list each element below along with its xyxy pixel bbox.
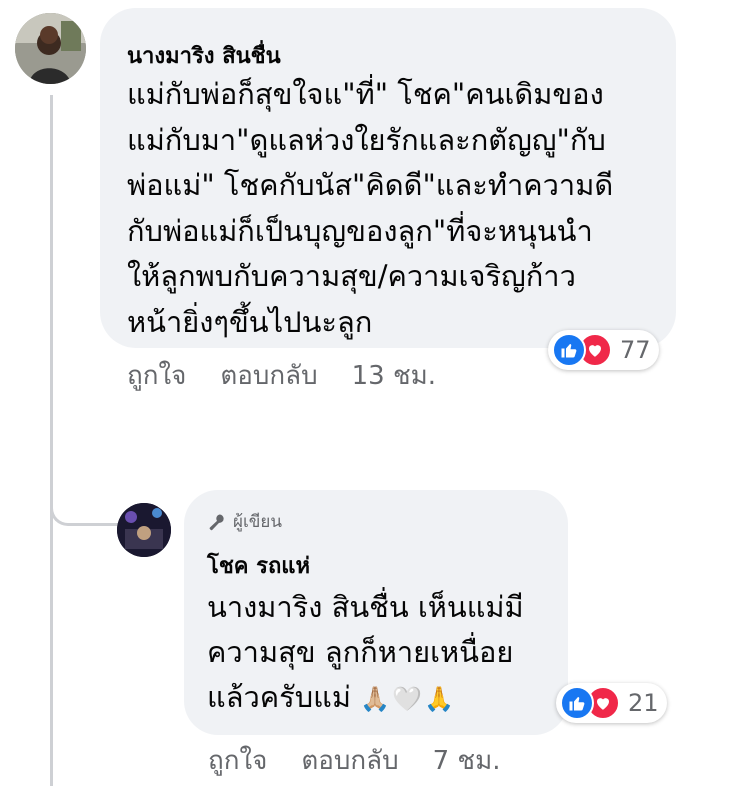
reply-line: แล้วครับแม่ 🙏🏼🤍🙏 xyxy=(207,675,557,722)
thumbs-up-icon xyxy=(560,686,594,720)
thumbs-up-icon xyxy=(552,333,586,367)
avatar[interactable] xyxy=(15,13,86,84)
comment-line: แม่กับพ่อก็สุขใจแ"ที่" โชค"คนเดิมของ xyxy=(127,77,604,111)
avatar-photo xyxy=(15,13,86,84)
reaction-count: 21 xyxy=(628,689,659,717)
reaction-summary[interactable]: 77 xyxy=(548,330,659,370)
microphone-icon xyxy=(209,514,224,530)
emoji-sequence: 🙏🏼🤍🙏 xyxy=(360,685,456,713)
reply-line: นางมาริง สินชื่น เห็นแม่มี xyxy=(207,590,524,624)
comment-line: แม่กับมา"ดูแลห่วงใยรักและกตัญญู"กับ xyxy=(127,122,606,157)
timestamp[interactable]: 13 ชม. xyxy=(352,355,436,396)
timestamp[interactable]: 7 ชม. xyxy=(433,740,501,781)
reply-text: นางมาริง สินชื่น เห็นแม่มี ความสุข ลูกก็… xyxy=(207,585,557,722)
like-button[interactable]: ถูกใจ xyxy=(127,355,186,396)
reply-actions: ถูกใจ ตอบกลับ 7 ชม. xyxy=(208,740,534,781)
comment-actions: ถูกใจ ตอบกลับ 13 ชม. xyxy=(127,355,470,396)
avatar-photo xyxy=(117,503,171,557)
reply-line-text: แล้วครับแม่ xyxy=(207,680,351,714)
comment-text: แม่กับพ่อก็สุขใจแ"ที่" โชค"คนเดิมของ แม่… xyxy=(127,72,667,345)
thread-line xyxy=(50,95,53,786)
reaction-count: 77 xyxy=(620,336,651,364)
comment-line: พ่อแม่" โชคกับนัส"คิดดี"และทำความดี xyxy=(127,168,614,202)
reply-line: ความสุข ลูกก็หายเหนื่อย xyxy=(207,635,514,669)
reply-connector xyxy=(50,470,120,526)
reply-reaction-summary[interactable]: 21 xyxy=(556,683,667,723)
reply-author[interactable]: โชค รถแห่ xyxy=(207,548,310,583)
comment-line: ให้ลูกพบกับความสุข/ความเจริญก้าว xyxy=(127,259,576,293)
author-badge: ผู้เขียน xyxy=(207,508,282,535)
reply-button[interactable]: ตอบกลับ xyxy=(220,355,317,396)
reply-avatar[interactable] xyxy=(117,503,171,557)
comment-author[interactable]: นางมาริง สินชื่น xyxy=(127,38,281,73)
reply-button[interactable]: ตอบกลับ xyxy=(301,740,398,781)
author-badge-label: ผู้เขียน xyxy=(233,512,282,532)
like-button[interactable]: ถูกใจ xyxy=(208,740,267,781)
comment-line: กับพ่อแม่ก็เป็นบุญของลูก"ที่จะหนุนนำ xyxy=(127,213,593,248)
